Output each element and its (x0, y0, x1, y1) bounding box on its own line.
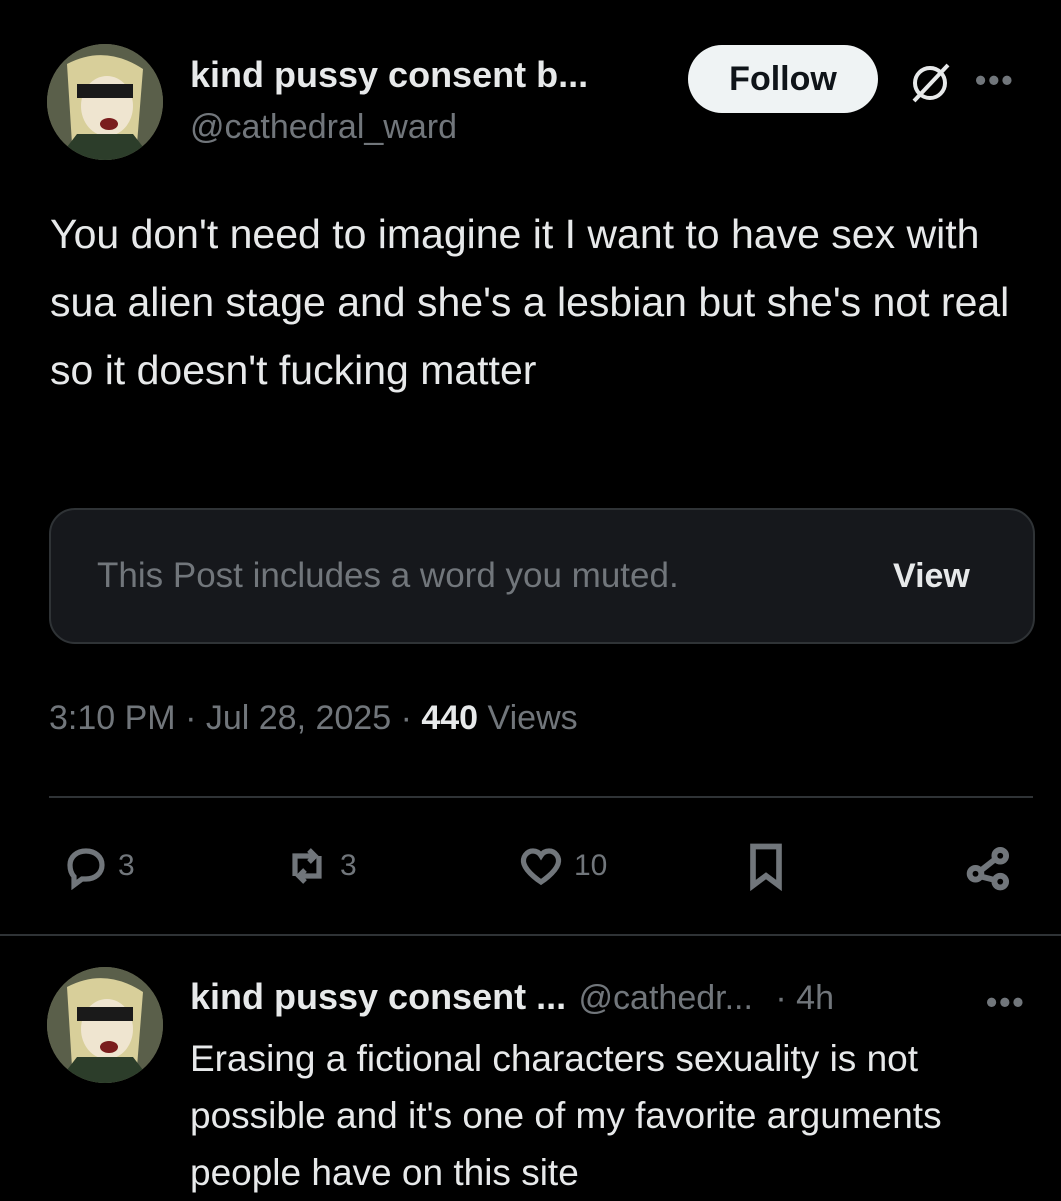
reply-icon (67, 848, 105, 890)
tweet-time: 3:10 PM (49, 699, 176, 737)
like-button[interactable]: 10 (516, 842, 607, 890)
divider (0, 934, 1061, 936)
reply-time[interactable]: · 4h (775, 979, 834, 1017)
avatar[interactable] (47, 44, 163, 160)
more-icon[interactable]: ••• (975, 62, 1015, 99)
repost-icon (292, 848, 322, 884)
grok-icon[interactable] (904, 55, 956, 107)
tweet-date[interactable]: Jul 28, 2025 (206, 699, 391, 737)
repost-button[interactable]: 3 (282, 842, 357, 890)
share-icon (966, 846, 1010, 891)
reply-author-handle[interactable]: @cathedr... (579, 979, 753, 1017)
author-handle[interactable]: @cathedral_ward (190, 108, 457, 147)
share-button[interactable] (962, 840, 1016, 894)
tweet-meta: 3:10 PM · Jul 28, 2025 · 440 Views (49, 699, 578, 738)
bookmark-icon (750, 843, 782, 892)
reply-text: Erasing a fictional characters sexuality… (190, 1038, 942, 1193)
views-label: Views (487, 699, 578, 737)
reply-count: 3 (118, 849, 135, 882)
bookmark-button[interactable] (740, 840, 792, 892)
reply-author-name[interactable]: kind pussy consent ... (190, 976, 566, 1017)
meta-separator: · (185, 699, 197, 737)
tweet-text: You don't need to imagine it I want to h… (50, 211, 1010, 393)
repost-count: 3 (340, 849, 357, 882)
muted-notice-text: This Post includes a word you muted. (97, 556, 679, 595)
follow-button[interactable]: Follow (688, 45, 878, 113)
like-icon (520, 848, 562, 886)
meta-separator: · (400, 699, 412, 737)
author-name[interactable]: kind pussy consent b... (190, 54, 588, 96)
view-button[interactable]: View (893, 557, 970, 596)
reply-header: kind pussy consent ... @cathedr... · 4h (190, 976, 834, 1018)
views-count: 440 (421, 699, 479, 737)
reply-more-icon[interactable]: ••• (986, 984, 1026, 1021)
reply-button[interactable]: 3 (62, 842, 135, 890)
reply-avatar[interactable] (47, 967, 163, 1083)
divider (49, 796, 1033, 798)
muted-notice: This Post includes a word you muted. Vie… (49, 508, 1035, 644)
like-count: 10 (574, 849, 608, 882)
